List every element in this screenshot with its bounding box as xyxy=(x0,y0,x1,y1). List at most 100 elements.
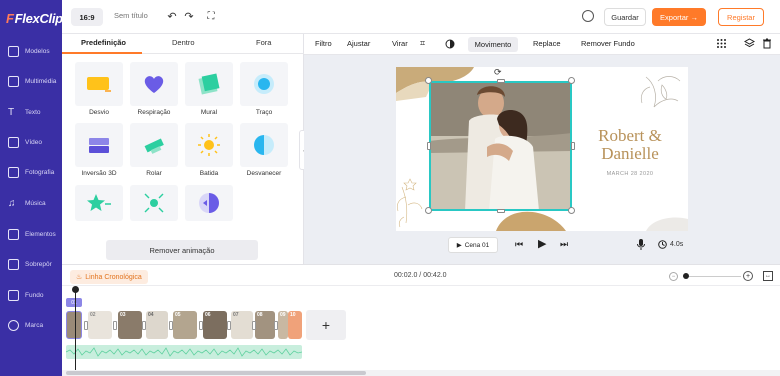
add-scene-button[interactable]: + xyxy=(306,310,346,340)
resize-handle-bl[interactable] xyxy=(425,207,432,214)
anim-desvanecer[interactable]: Desvanecer xyxy=(240,123,288,178)
transition-handle[interactable] xyxy=(113,321,117,330)
opacity-icon[interactable] xyxy=(445,39,455,51)
sidebar-item-video[interactable]: Vídeo xyxy=(0,128,62,156)
playhead[interactable] xyxy=(75,287,76,376)
sidebar-item-media[interactable]: Multimédia xyxy=(0,67,62,95)
anim-inversao-3d[interactable]: Inversão 3D xyxy=(75,123,123,178)
clip-02[interactable]: 02 xyxy=(88,311,112,339)
timeline-toggle[interactable]: ♨ Linha Cronológica xyxy=(70,270,148,284)
sidebar-item-music[interactable]: ♫ Música xyxy=(0,189,62,217)
microphone-icon[interactable] xyxy=(637,239,645,252)
resize-handle-tl[interactable] xyxy=(425,77,432,84)
tab-default[interactable]: Predefinição xyxy=(81,38,126,47)
timeline-scrollbar[interactable] xyxy=(62,370,780,376)
resize-handle-bottom[interactable] xyxy=(497,209,505,213)
transition-handle[interactable] xyxy=(274,321,278,330)
scene-duration[interactable]: 4.0s xyxy=(670,241,683,248)
sidebar-item-templates[interactable]: Modelos xyxy=(0,37,62,65)
templates-icon xyxy=(8,45,19,57)
crop-icon[interactable]: ⌗ xyxy=(420,38,425,49)
zoom-slider-track[interactable] xyxy=(683,276,741,277)
clip-05[interactable]: 05 xyxy=(173,311,197,339)
transition-handle[interactable] xyxy=(84,321,88,330)
clip-09[interactable]: 09 xyxy=(278,311,288,339)
previous-scene-icon[interactable]: ⏮ xyxy=(515,239,523,250)
aspect-ratio-button[interactable]: 16:9 xyxy=(71,8,103,26)
sidebar-item-brand[interactable]: Marca xyxy=(0,311,62,339)
next-scene-icon[interactable]: ⏭ xyxy=(560,239,568,250)
resize-handle-br[interactable] xyxy=(568,207,575,214)
scene-marker[interactable]: 01 xyxy=(66,298,82,307)
sidebar-item-photo[interactable]: Fotografia xyxy=(0,158,62,186)
rotate-icon[interactable]: ⟳ xyxy=(494,67,502,78)
anim-respiracao[interactable]: Respiração xyxy=(130,62,178,117)
resize-handle-right[interactable] xyxy=(571,142,575,150)
replace-button[interactable]: Replace xyxy=(533,39,561,48)
anim-expand[interactable] xyxy=(130,185,178,240)
clip-10[interactable]: 10 xyxy=(288,311,302,339)
anim-mural[interactable]: Mural xyxy=(185,62,233,117)
anim-star[interactable] xyxy=(75,185,123,240)
transition-handle[interactable] xyxy=(227,321,231,330)
clip-03[interactable]: 03 xyxy=(118,311,142,339)
couple-names-text[interactable]: Robert & Danielle xyxy=(580,127,680,163)
clip-01[interactable] xyxy=(66,311,82,339)
anim-traco[interactable]: Traço xyxy=(240,62,288,117)
motion-button[interactable]: Movimento xyxy=(468,37,518,52)
clip-06[interactable]: 06 xyxy=(203,311,227,339)
anim-wipe[interactable] xyxy=(185,185,233,240)
scene-selector[interactable]: ▶ Cena 01 xyxy=(448,237,498,253)
redo-icon[interactable]: ↷ xyxy=(183,10,195,23)
save-button[interactable]: Guardar xyxy=(604,8,646,26)
tab-out[interactable]: Fora xyxy=(256,38,271,47)
remove-animation-button[interactable]: Remover animação xyxy=(106,240,258,260)
sidebar-item-background[interactable]: Fundo xyxy=(0,281,62,309)
anim-rolar[interactable]: Rolar xyxy=(130,123,178,178)
transition-handle[interactable] xyxy=(199,321,203,330)
beat-icon xyxy=(198,134,220,156)
wedding-date-text[interactable]: MARCH 28 2020 xyxy=(580,171,680,177)
flip-button[interactable]: Virar xyxy=(392,39,408,48)
resize-handle-top[interactable] xyxy=(497,79,505,83)
sidebar-item-text[interactable]: T Texto xyxy=(0,98,62,126)
fit-timeline-button[interactable]: ↔ xyxy=(763,271,773,281)
video-canvas[interactable]: ⟳ Robert & Danielle MARCH 28 2020 xyxy=(396,67,688,231)
fullscreen-icon[interactable]: ⛶ xyxy=(205,10,217,22)
adjust-button[interactable]: Ajustar xyxy=(347,39,370,48)
flexclip-logo[interactable]: F FlexClip xyxy=(6,8,63,28)
audio-track[interactable] xyxy=(66,345,302,359)
transition-handle[interactable] xyxy=(252,321,256,330)
grid-icon[interactable] xyxy=(716,38,727,51)
scrollbar-thumb[interactable] xyxy=(66,371,366,375)
zoom-out-button[interactable]: − xyxy=(669,272,678,281)
filter-button[interactable]: Filtro xyxy=(315,39,332,48)
export-button[interactable]: Exportar → xyxy=(652,8,706,26)
undo-icon[interactable]: ↶ xyxy=(166,10,178,23)
transition-handle[interactable] xyxy=(142,321,146,330)
project-title-input[interactable] xyxy=(114,11,164,20)
trash-icon[interactable] xyxy=(762,38,772,51)
transition-handle[interactable] xyxy=(169,321,173,330)
layers-icon[interactable] xyxy=(743,38,756,51)
play-icon[interactable]: ▶ xyxy=(538,237,546,250)
overlay-icon xyxy=(8,258,19,270)
element-toolbar: Filtro Ajustar Virar ⌗ Movimento Replace… xyxy=(304,34,780,55)
clip-04[interactable]: 04 xyxy=(146,311,168,339)
timeline-ruler[interactable] xyxy=(62,285,780,297)
resize-handle-left[interactable] xyxy=(427,142,431,150)
zoom-slider-knob[interactable] xyxy=(683,273,689,279)
clip-07[interactable]: 07 xyxy=(231,311,253,339)
chat-icon[interactable] xyxy=(582,10,594,22)
zoom-in-button[interactable]: + xyxy=(743,271,753,281)
register-button[interactable]: Registar xyxy=(718,8,764,26)
tab-in[interactable]: Dentro xyxy=(172,38,195,47)
clip-08[interactable]: 08 xyxy=(255,311,275,339)
sidebar-item-overlay[interactable]: Sobrepôr xyxy=(0,250,62,278)
resize-handle-tr[interactable] xyxy=(568,77,575,84)
sidebar-item-elements[interactable]: Elementos xyxy=(0,220,62,248)
desvio-icon xyxy=(87,77,111,92)
remove-background-button[interactable]: Remover Fundo xyxy=(581,39,635,48)
anim-batida[interactable]: Batida xyxy=(185,123,233,178)
anim-desvio[interactable]: Desvio xyxy=(75,62,123,117)
